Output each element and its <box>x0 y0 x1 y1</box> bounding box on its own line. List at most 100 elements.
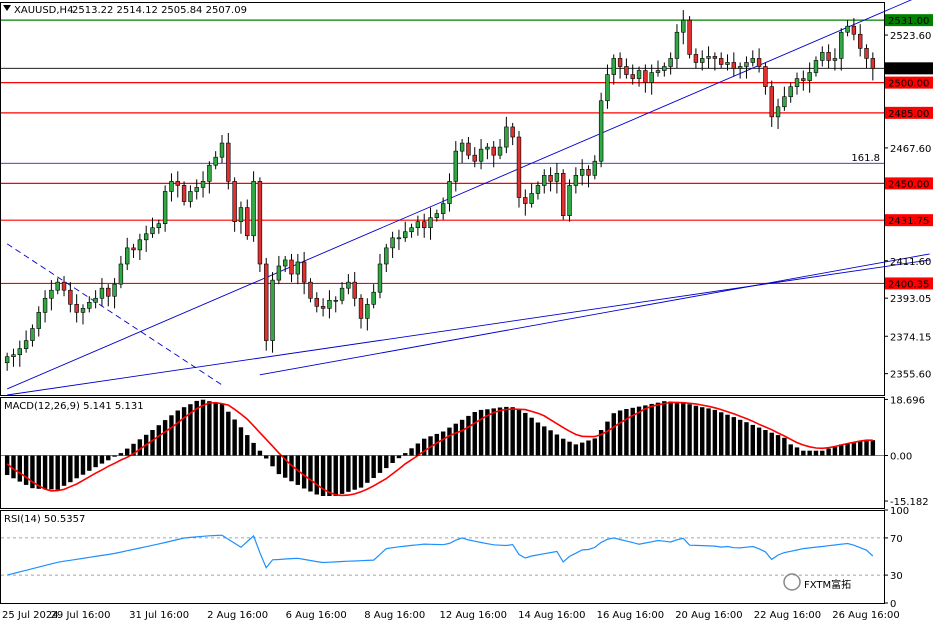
candle-body <box>763 66 768 87</box>
watermark-text: FXTM富拓 <box>804 578 851 591</box>
macd-histogram-bar <box>213 402 218 456</box>
macd-histogram-bar <box>731 417 737 456</box>
time-axis-label: 12 Aug 16:00 <box>440 610 507 621</box>
candle-body <box>390 237 395 249</box>
macd-histogram-bar <box>226 411 231 456</box>
price-axis-label: 2411.60 <box>890 257 931 268</box>
price-tag-label: 2431.75 <box>888 216 929 227</box>
candle-body <box>339 287 345 301</box>
macd-histogram-bar <box>150 430 155 456</box>
candle-body <box>213 156 218 166</box>
price-axis-label: 2523.60 <box>890 31 931 42</box>
candle-body <box>17 348 22 355</box>
macd-histogram-bar <box>674 402 680 456</box>
macd-histogram-bar <box>611 413 616 456</box>
price-axis-label: 2374.15 <box>890 332 931 343</box>
candle-body <box>137 239 143 251</box>
candle-body <box>858 33 863 49</box>
macd-histogram-bar <box>832 446 838 456</box>
rsi-panel-frame <box>0 510 885 604</box>
candle-body <box>232 181 237 222</box>
price-tag-label: 2507.09 <box>888 64 929 75</box>
price-axis-label: 2393.05 <box>890 294 931 305</box>
macd-histogram-bar <box>516 409 522 456</box>
candle-body <box>11 354 16 358</box>
macd-histogram-bar <box>238 427 244 456</box>
candle-body <box>573 175 579 186</box>
macd-histogram-bar <box>264 455 269 459</box>
price-tag-label: 2485.00 <box>888 109 929 120</box>
macd-histogram-bar <box>586 440 591 456</box>
candle-body <box>106 287 111 297</box>
time-axis-label: 26 Aug 16:00 <box>832 610 899 621</box>
candle-body <box>820 52 825 61</box>
trading-chart[interactable]: 161.8 2523.60 2467.60 2411.60 2393.05 2374.1… <box>0 0 936 624</box>
price-tag-label: 2500.00 <box>888 79 929 90</box>
candle-body <box>175 181 180 186</box>
candle-body <box>491 146 496 156</box>
macd-histogram-bar <box>93 455 98 468</box>
chart-svg[interactable]: 161.8 2523.60 2467.60 2411.60 2393.05 2374.1… <box>0 0 936 624</box>
macd-histogram-bar <box>118 453 124 456</box>
candle-body <box>36 312 41 329</box>
macd-histogram-bar <box>257 450 263 456</box>
macd-histogram-bar <box>554 434 560 456</box>
candle-body <box>864 48 869 59</box>
macd-signal-line <box>6 401 873 497</box>
candle-body <box>371 291 376 305</box>
candle-body <box>55 281 60 291</box>
candle-body <box>554 173 560 182</box>
candle-body <box>617 58 623 67</box>
candle-body <box>289 259 294 275</box>
candle-body <box>529 193 534 204</box>
candle-body <box>472 154 477 162</box>
rsi-axis-label: 70 <box>890 534 903 545</box>
macd-histogram-bar <box>80 455 86 475</box>
macd-histogram-bar <box>756 427 762 456</box>
fxtm-logo-icon <box>783 573 801 591</box>
price-tag-label: 2400.35 <box>888 279 929 290</box>
macd-histogram-bar <box>851 442 857 456</box>
macd-histogram-bar <box>700 407 705 456</box>
macd-histogram-bar <box>358 455 364 488</box>
macd-histogram-bar <box>61 455 67 486</box>
macd-histogram-bar <box>270 455 275 467</box>
macd-histogram-bar <box>523 412 528 456</box>
macd-histogram-bar <box>718 412 724 456</box>
macd-histogram-bar <box>403 453 408 456</box>
candle-body <box>415 221 421 229</box>
macd-histogram-bar <box>314 455 319 495</box>
macd-histogram-bar <box>333 455 338 496</box>
macd-histogram-bar <box>36 455 41 489</box>
macd-histogram-bar <box>289 455 294 482</box>
macd-histogram-bar <box>579 442 585 456</box>
macd-histogram-bar <box>706 408 711 456</box>
macd-axis-label: 0.00 <box>890 452 912 463</box>
macd-histogram-bar <box>301 455 307 489</box>
rsi-title: RSI(14) 50.5357 <box>4 514 85 525</box>
macd-histogram-bar <box>23 455 29 485</box>
candle-body <box>377 263 383 293</box>
macd-histogram-bar <box>68 455 73 483</box>
macd-histogram-bar <box>744 422 749 456</box>
trend-line[interactable] <box>6 0 930 390</box>
macd-histogram-bar <box>409 448 414 456</box>
price-axis-label: 2355.60 <box>890 370 931 381</box>
candle-body <box>150 227 155 235</box>
macd-histogram-bar <box>106 455 111 461</box>
trend-line[interactable] <box>7 259 930 396</box>
candle-body <box>188 191 193 202</box>
macd-histogram-bar <box>55 455 60 490</box>
candle-body <box>478 148 484 162</box>
candle-body <box>744 62 749 67</box>
macd-histogram-bar <box>466 415 471 456</box>
dropdown-triangle-icon[interactable] <box>3 5 11 11</box>
candle-body <box>143 233 149 241</box>
macd-histogram-bar <box>308 455 313 492</box>
candle-body <box>535 185 541 194</box>
candle-body <box>30 328 35 341</box>
macd-histogram-bar <box>535 422 541 456</box>
candle-body <box>548 175 553 182</box>
candle-body <box>257 181 263 265</box>
candle-body <box>674 31 680 59</box>
